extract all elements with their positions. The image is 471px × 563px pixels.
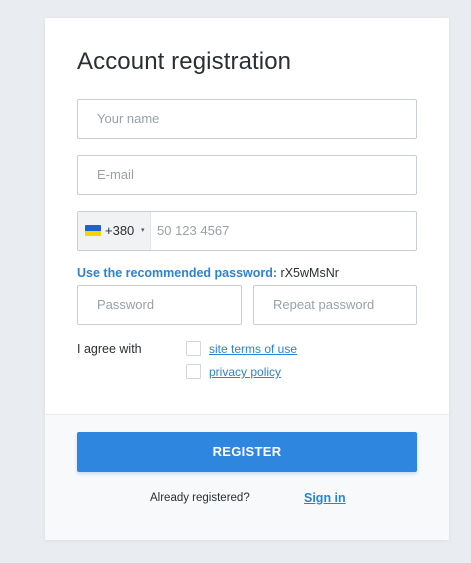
registration-form: Account registration Your name E-mail +3… — [45, 18, 449, 414]
page-title: Account registration — [77, 48, 292, 75]
chevron-down-icon: ▾ — [141, 227, 145, 234]
name-input[interactable]: Your name — [77, 99, 417, 139]
terms-of-use-link[interactable]: site terms of use — [209, 342, 297, 356]
phone-input[interactable]: 50 123 4567 — [157, 212, 229, 250]
terms-checkbox[interactable] — [186, 341, 201, 356]
password-input[interactable]: Password — [77, 285, 242, 325]
email-input[interactable]: E-mail — [77, 155, 417, 195]
repeat-password-input[interactable]: Repeat password — [253, 285, 417, 325]
recommended-password-value: rX5wMsNr — [280, 266, 339, 280]
recommended-password: Use the recommended password: rX5wMsNr — [77, 266, 339, 280]
phone-field: +380 ▾ 50 123 4567 — [77, 211, 417, 251]
country-code-select[interactable]: +380 ▾ — [78, 212, 151, 250]
register-button[interactable]: REGISTER — [77, 432, 417, 472]
already-registered-text: Already registered? — [150, 492, 250, 504]
registration-card: Account registration Your name E-mail +3… — [45, 18, 449, 540]
privacy-policy-link[interactable]: privacy policy — [209, 365, 281, 379]
privacy-checkbox[interactable] — [186, 364, 201, 379]
sign-in-link[interactable]: Sign in — [304, 491, 346, 505]
agree-label: I agree with — [77, 342, 142, 356]
ukraine-flag-icon — [85, 225, 101, 236]
country-code: +380 — [105, 223, 135, 238]
use-recommended-password-link[interactable]: Use the recommended password: — [77, 266, 277, 280]
